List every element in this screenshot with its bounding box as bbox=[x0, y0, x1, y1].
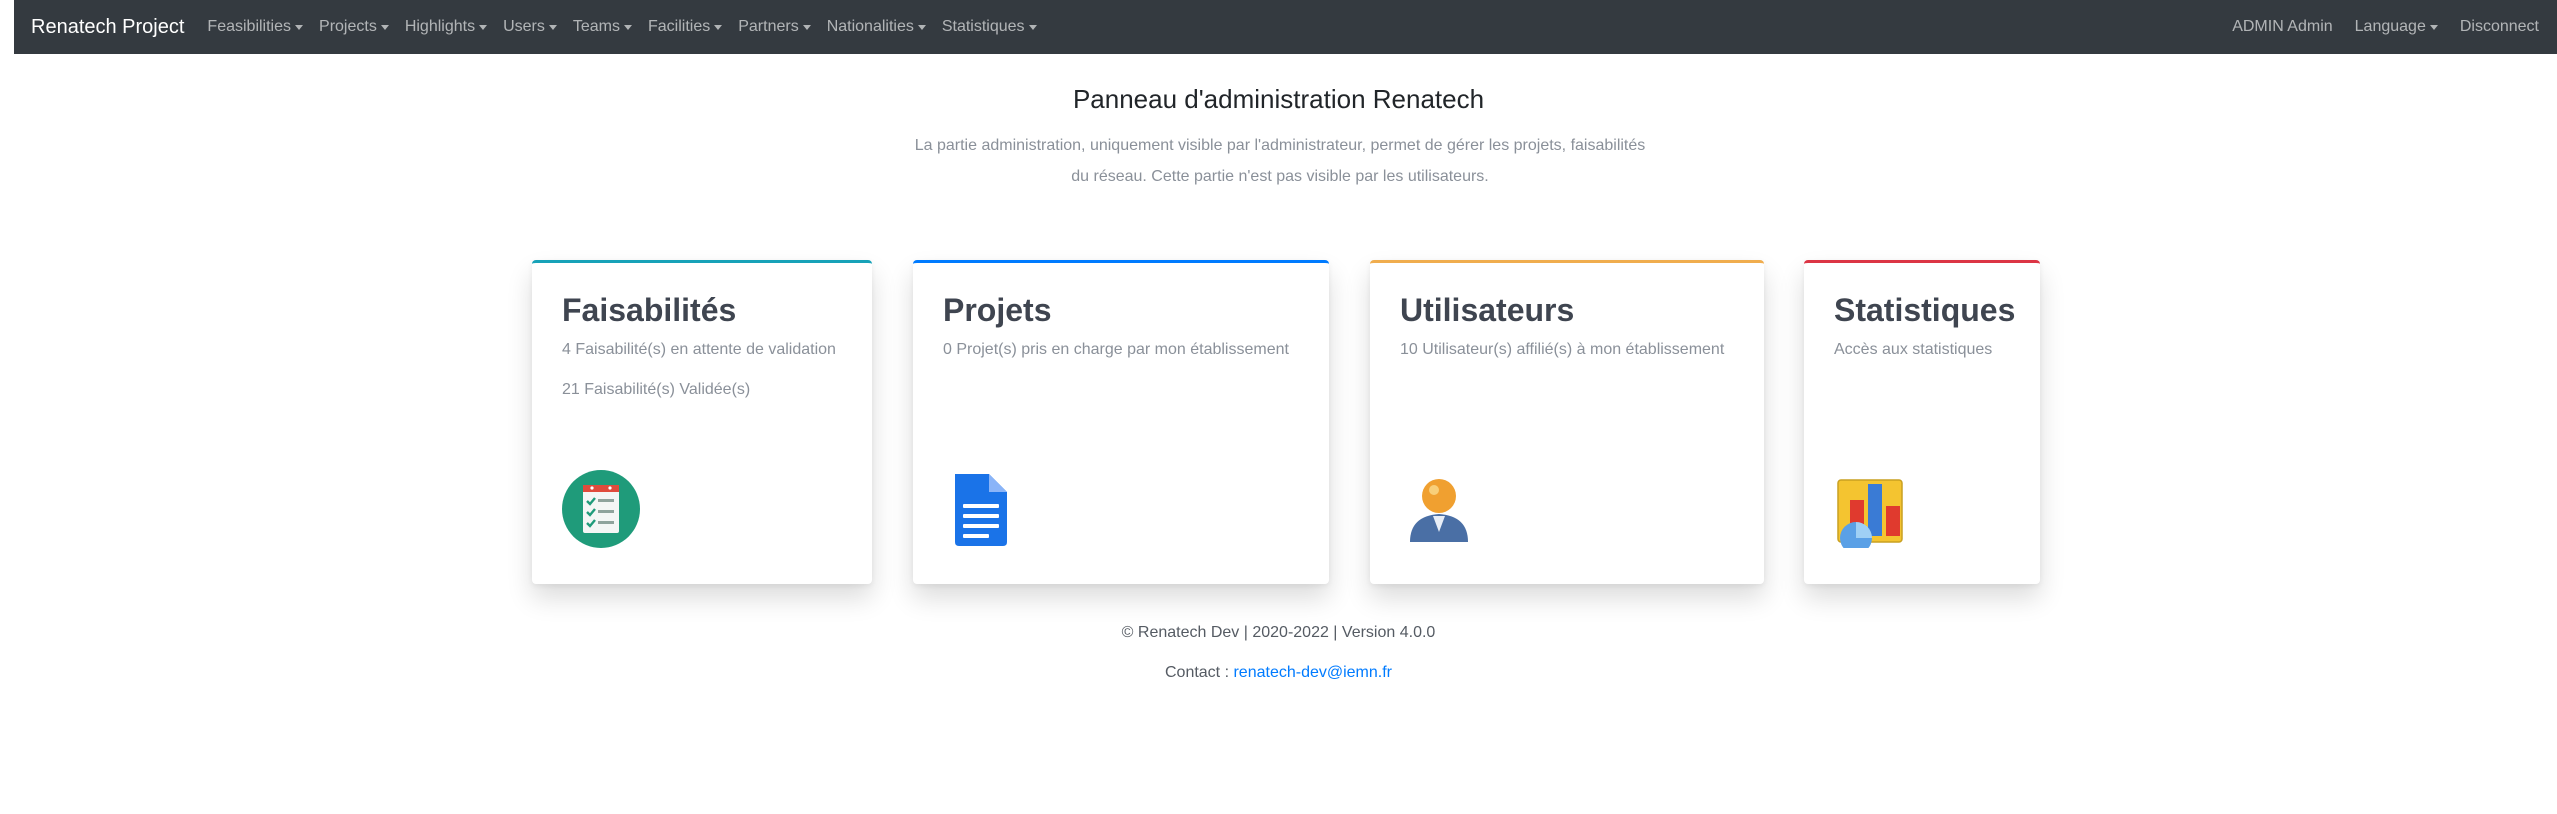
card-statistiques[interactable]: Statistiques Accès aux statistiques bbox=[1804, 260, 2040, 584]
nav-user-area: ADMIN Admin Language Disconnect bbox=[2210, 18, 2539, 36]
nav-facilities-dropdown[interactable]: Facilities bbox=[648, 18, 723, 36]
contact-label: Contact : bbox=[1164, 664, 1234, 681]
nav-menu: Feasibilities Projects Highlights Users … bbox=[207, 18, 1052, 36]
caret-down-icon bbox=[479, 24, 488, 30]
caret-down-icon bbox=[714, 24, 723, 30]
card-text: 10 Utilisateur(s) affilié(s) à mon établ… bbox=[1400, 341, 1725, 359]
card-title: Utilisateurs bbox=[1400, 292, 1575, 328]
nav-nationalities-dropdown[interactable]: Nationalities bbox=[827, 18, 926, 36]
card-title: Faisabilités bbox=[562, 292, 737, 328]
brand-link[interactable]: Renatech Project bbox=[31, 16, 184, 39]
card-faisabilites[interactable]: Faisabilités 4 Faisabilité(s) en attente… bbox=[532, 260, 872, 584]
page-description: La partie administration, uniquement vis… bbox=[900, 130, 1660, 192]
footer-contact: Contact : renatech-dev@iemn.fr bbox=[0, 664, 2557, 682]
card-title: Statistiques bbox=[1834, 292, 2016, 328]
card-projets[interactable]: Projets 0 Projet(s) pris en charge par m… bbox=[913, 260, 1329, 584]
disconnect-link[interactable]: Disconnect bbox=[2460, 18, 2539, 36]
nav-feasibilities-dropdown[interactable]: Feasibilities bbox=[207, 18, 304, 36]
nav-projects-dropdown[interactable]: Projects bbox=[319, 18, 389, 36]
page-description-line: La partie administration, uniquement vis… bbox=[914, 137, 1646, 154]
caret-down-icon bbox=[1028, 24, 1037, 30]
card-text-secondary: 21 Faisabilité(s) Validée(s) bbox=[562, 380, 751, 398]
user-icon bbox=[1410, 479, 1468, 542]
card-text: 0 Projet(s) pris en charge par mon établ… bbox=[943, 341, 1289, 359]
caret-down-icon bbox=[380, 24, 389, 30]
card-text: Accès aux statistiques bbox=[1834, 341, 1993, 359]
nav-statistiques-dropdown[interactable]: Statistiques bbox=[942, 18, 1037, 36]
language-dropdown[interactable]: Language bbox=[2355, 18, 2438, 36]
page-description-line: du réseau. Cette partie n'est pas visibl… bbox=[1071, 168, 1489, 185]
caret-down-icon bbox=[548, 24, 557, 30]
nav-users-dropdown[interactable]: Users bbox=[503, 18, 557, 36]
caret-down-icon bbox=[623, 24, 632, 30]
card-text: 4 Faisabilité(s) en attente de validatio… bbox=[562, 341, 836, 359]
contact-email-link[interactable]: renatech-dev@iemn.fr bbox=[1233, 664, 1392, 681]
page-title: Panneau d'administration Renatech bbox=[1072, 84, 1485, 114]
card-utilisateurs[interactable]: Utilisateurs 10 Utilisateur(s) affilié(s… bbox=[1370, 260, 1764, 584]
caret-down-icon bbox=[917, 24, 926, 30]
top-navbar: Renatech Project Feasibilities Projects … bbox=[14, 0, 2557, 54]
nav-partners-dropdown[interactable]: Partners bbox=[738, 18, 811, 36]
nav-teams-dropdown[interactable]: Teams bbox=[573, 18, 632, 36]
nav-highlights-dropdown[interactable]: Highlights bbox=[405, 18, 488, 36]
caret-down-icon bbox=[802, 24, 811, 30]
chart-icon bbox=[1837, 479, 1903, 548]
checklist-icon bbox=[562, 470, 640, 548]
caret-down-icon bbox=[295, 24, 304, 30]
caret-down-icon bbox=[2429, 24, 2438, 30]
document-icon bbox=[955, 474, 1007, 546]
footer-copyright: © Renatech Dev | 2020-2022 | Version 4.0… bbox=[1121, 624, 1436, 641]
user-name-link[interactable]: ADMIN Admin bbox=[2232, 18, 2332, 36]
card-title: Projets bbox=[943, 292, 1052, 328]
